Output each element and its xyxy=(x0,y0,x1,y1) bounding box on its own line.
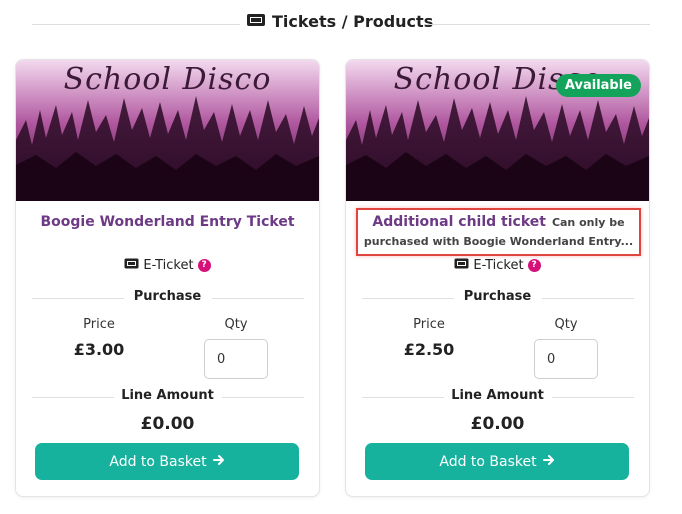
divider-line xyxy=(212,298,304,299)
purchase-heading: Purchase xyxy=(463,289,532,304)
ticket-type-label: E-Ticket xyxy=(473,258,524,273)
qty-label: Qty xyxy=(224,317,248,332)
arrow-right-icon xyxy=(212,454,225,470)
qty-input[interactable] xyxy=(204,339,268,379)
add-to-basket-label: Add to Basket xyxy=(439,453,537,470)
product-note-continued: purchased with Boogie Wonderland Entry..… xyxy=(363,235,634,248)
ticket-icon xyxy=(124,258,139,273)
product-name-line: Additional child ticket Can only be xyxy=(358,214,639,230)
product-note: Can only be xyxy=(551,216,625,229)
divider-line xyxy=(542,298,634,299)
availability-badge: Available xyxy=(555,74,641,97)
arrow-right-icon xyxy=(542,454,555,470)
divider-line xyxy=(552,397,634,398)
purchase-divider: Purchase xyxy=(16,289,319,309)
product-banner-image: School Disco Available xyxy=(346,60,649,201)
line-amount-heading: Line Amount xyxy=(451,388,544,403)
price-value: £3.00 xyxy=(73,340,125,359)
price-label: Price xyxy=(83,317,115,332)
header-divider-right xyxy=(426,24,650,25)
add-to-basket-label: Add to Basket xyxy=(109,453,207,470)
line-amount-heading: Line Amount xyxy=(121,388,214,403)
product-card-2: School Disco Available Additional child … xyxy=(345,59,650,497)
product-banner-image: School Disco xyxy=(16,60,319,201)
product-name[interactable]: Additional child ticket xyxy=(372,214,546,230)
ticket-icon xyxy=(246,12,266,31)
add-to-basket-button[interactable]: Add to Basket xyxy=(365,443,629,480)
section-header: Tickets / Products xyxy=(0,0,682,50)
divider-line xyxy=(222,397,304,398)
line-amount-divider: Line Amount xyxy=(346,388,649,408)
header-divider-left xyxy=(32,24,240,25)
line-amount-value: £0.00 xyxy=(140,414,195,434)
product-name[interactable]: Boogie Wonderland Entry Ticket xyxy=(16,214,319,230)
product-card-1: School Disco Boogie Wonderland Entry Tic… xyxy=(15,59,320,497)
ticket-type-label: E-Ticket xyxy=(143,258,194,273)
line-amount-value: £0.00 xyxy=(470,414,525,434)
qty-label: Qty xyxy=(554,317,578,332)
price-label: Price xyxy=(413,317,445,332)
section-title: Tickets / Products xyxy=(246,12,433,31)
add-to-basket-button[interactable]: Add to Basket xyxy=(35,443,299,480)
ticket-icon xyxy=(454,258,469,273)
help-icon[interactable]: ? xyxy=(197,259,211,272)
line-amount-divider: Line Amount xyxy=(16,388,319,408)
banner-title: School Disco xyxy=(63,62,272,97)
price-value: £2.50 xyxy=(403,340,455,359)
purchase-divider: Purchase xyxy=(346,289,649,309)
purchase-heading: Purchase xyxy=(133,289,202,304)
ticket-type: E-Ticket ? xyxy=(16,258,319,273)
help-icon[interactable]: ? xyxy=(527,259,541,272)
qty-input[interactable] xyxy=(534,339,598,379)
product-name-highlight[interactable]: Additional child ticket Can only be purch… xyxy=(356,208,641,256)
section-title-text: Tickets / Products xyxy=(272,12,434,31)
ticket-type: E-Ticket ? xyxy=(346,258,649,273)
